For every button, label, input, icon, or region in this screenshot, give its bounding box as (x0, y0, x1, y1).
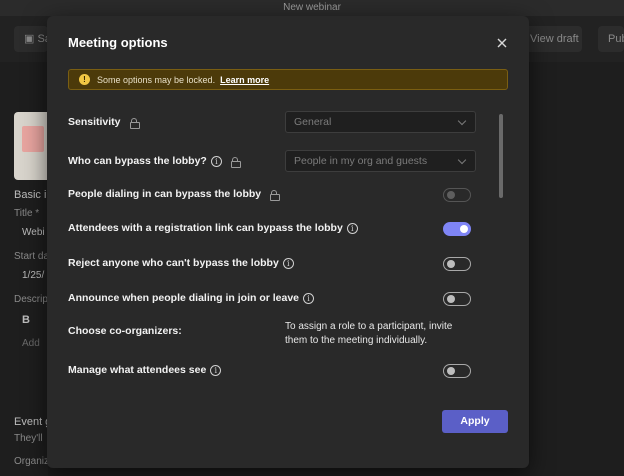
lock-icon (270, 189, 281, 201)
registration-bypass-row: Attendees with a registration link can b… (68, 222, 358, 234)
registration-bypass-label: Attendees with a registration link can b… (68, 222, 343, 234)
coorganizers-note: To assign a role to a participant, invit… (285, 321, 453, 346)
locked-options-banner: ! Some options may be locked. Learn more (68, 69, 508, 90)
reject-toggle[interactable] (443, 257, 471, 271)
description-field[interactable]: Add (22, 338, 40, 349)
lock-icon (129, 117, 140, 129)
manage-attendees-toggle[interactable] (443, 364, 471, 378)
save-icon: ▣ (24, 33, 35, 45)
reject-row: Reject anyone who can't bypass the lobby… (68, 257, 294, 269)
announce-toggle[interactable] (443, 292, 471, 306)
manage-attendees-row: Manage what attendees see i (68, 364, 222, 376)
title-field[interactable]: Webi (22, 227, 45, 238)
banner-text: Some options may be locked. (97, 74, 216, 85)
lock-icon (230, 156, 241, 168)
title-label: Title * (14, 208, 40, 219)
warning-icon: ! (79, 74, 90, 85)
sensitivity-label: Sensitivity (68, 116, 121, 128)
coorganizers-label: Choose co-organizers: (68, 325, 182, 337)
dial-in-bypass-label: People dialing in can bypass the lobby (68, 188, 262, 200)
chevron-down-icon (457, 155, 467, 165)
event-group-heading: Event g (14, 416, 52, 428)
sensitivity-dropdown[interactable]: General (285, 111, 476, 133)
dial-in-bypass-toggle[interactable] (443, 188, 471, 202)
chevron-down-icon (457, 116, 467, 126)
event-group-subtext: They'll (14, 433, 43, 444)
info-icon[interactable]: i (346, 222, 358, 234)
close-icon (497, 38, 507, 48)
bypass-lobby-dropdown[interactable]: People in my org and guests (285, 150, 476, 172)
window-title: New webinar (0, 0, 624, 16)
organizer-label: Organiz (14, 456, 50, 467)
toggle-knob (460, 225, 468, 233)
toggle-knob (447, 295, 455, 303)
announce-row: Announce when people dialing in join or … (68, 292, 315, 304)
basic-info-heading: Basic i (14, 189, 47, 201)
toggle-knob (447, 260, 455, 268)
info-icon[interactable]: i (282, 257, 294, 269)
start-date-field[interactable]: 1/25/ (22, 270, 44, 281)
info-icon[interactable]: i (210, 364, 222, 376)
sensitivity-row: Sensitivity (68, 116, 140, 129)
toggle-knob (447, 367, 455, 375)
close-button[interactable] (493, 34, 511, 52)
scrollbar-thumb[interactable] (499, 114, 503, 198)
view-draft-button[interactable]: View draft (520, 26, 582, 52)
description-label: Descript (14, 294, 51, 305)
dial-in-bypass-row: People dialing in can bypass the lobby (68, 188, 281, 201)
registration-bypass-toggle[interactable] (443, 222, 471, 236)
dialog-title: Meeting options (68, 35, 168, 50)
right-panel (530, 62, 624, 476)
info-icon[interactable]: i (210, 155, 222, 167)
meeting-options-dialog: Meeting options ! Some options may be lo… (47, 16, 529, 468)
learn-more-link[interactable]: Learn more (220, 75, 269, 85)
sensitivity-value: General (294, 116, 332, 128)
start-date-label: Start da (14, 251, 50, 262)
bypass-lobby-value: People in my org and guests (294, 155, 428, 167)
info-icon[interactable]: i (303, 292, 315, 304)
reject-label: Reject anyone who can't bypass the lobby (68, 257, 279, 269)
toggle-knob (447, 191, 455, 199)
bold-button[interactable]: B (22, 314, 30, 326)
save-button[interactable]: ▣ Save (14, 26, 48, 52)
announce-label: Announce when people dialing in join or … (68, 292, 300, 304)
publish-button[interactable]: Publ (598, 26, 624, 52)
bypass-lobby-label: Who can bypass the lobby? (68, 155, 207, 167)
bypass-lobby-row: Who can bypass the lobby? i (68, 155, 241, 168)
manage-attendees-label: Manage what attendees see (68, 364, 207, 376)
apply-button[interactable]: Apply (442, 410, 508, 433)
coorganizers-row: Choose co-organizers: (68, 325, 182, 337)
